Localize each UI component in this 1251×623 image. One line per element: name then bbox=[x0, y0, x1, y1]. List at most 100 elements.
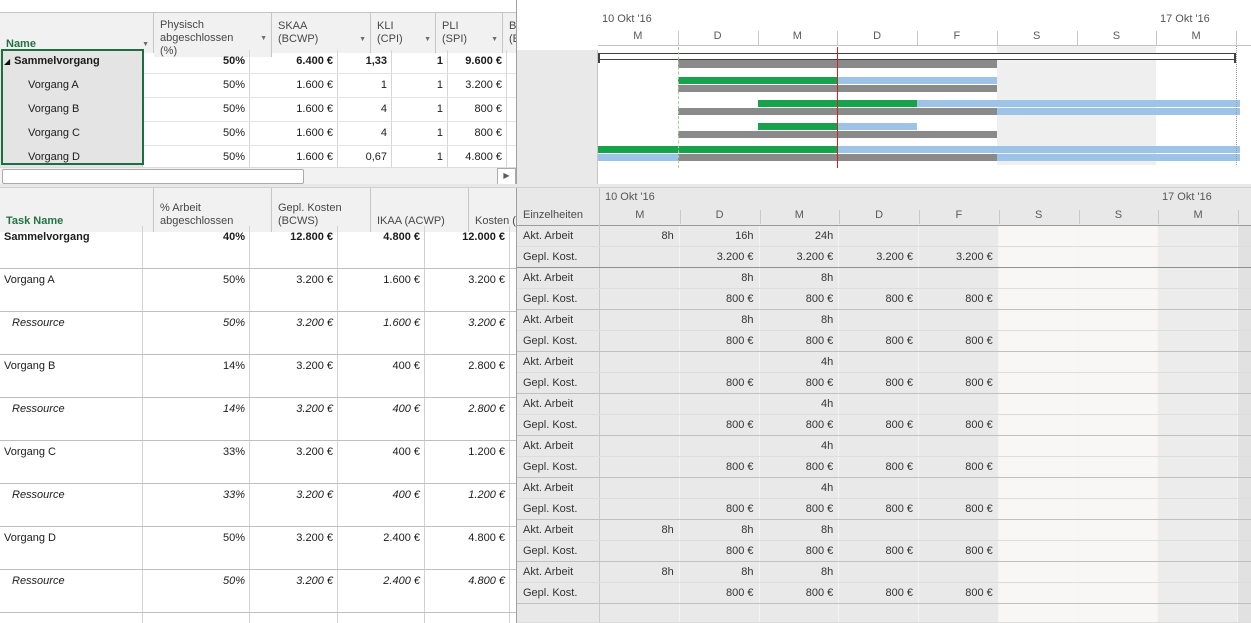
usage-value-cell[interactable]: 800 € bbox=[680, 373, 760, 393]
usage-value-cell[interactable]: 800 € bbox=[839, 583, 919, 603]
usage-value-cell[interactable] bbox=[1158, 457, 1238, 477]
value-cell[interactable]: 50% bbox=[143, 98, 250, 121]
value-cell[interactable]: 3.200 € bbox=[250, 527, 338, 569]
usage-value-cell[interactable] bbox=[839, 604, 919, 622]
usage-value-cell[interactable] bbox=[600, 352, 680, 372]
value-cell[interactable]: 50% bbox=[143, 527, 250, 569]
usage-value-cell[interactable] bbox=[1158, 478, 1238, 498]
usage-value-cell[interactable] bbox=[1158, 415, 1238, 435]
usage-value-cell[interactable]: 800 € bbox=[919, 499, 999, 519]
usage-value-cell[interactable]: 800 € bbox=[680, 289, 760, 309]
column-header-kli[interactable]: KLI(CPI)▼ bbox=[371, 13, 436, 53]
usage-value-cell[interactable]: 8h bbox=[600, 562, 680, 582]
empty-cell[interactable] bbox=[425, 613, 510, 623]
usage-value-cell[interactable] bbox=[919, 352, 999, 372]
expand-collapse-icon[interactable]: ◢ bbox=[0, 57, 10, 66]
value-cell[interactable]: 1.200 € bbox=[425, 441, 510, 483]
column-header-skaa[interactable]: SKAA(BCWP)▼ bbox=[272, 13, 371, 53]
usage-value-cell[interactable] bbox=[1079, 310, 1159, 330]
value-cell[interactable]: 1.600 € bbox=[250, 122, 338, 145]
usage-value-cell[interactable]: 800 € bbox=[760, 499, 840, 519]
value-cell[interactable]: 3.200 € bbox=[250, 484, 338, 526]
usage-value-cell[interactable] bbox=[1158, 289, 1238, 309]
usage-value-cell[interactable] bbox=[839, 520, 919, 540]
usage-value-cell[interactable]: 8h bbox=[680, 562, 760, 582]
usage-value-cell[interactable]: 8h bbox=[680, 310, 760, 330]
usage-value-cell[interactable] bbox=[600, 394, 680, 414]
usage-value-cell[interactable] bbox=[999, 436, 1079, 456]
usage-value-cell[interactable] bbox=[600, 541, 680, 561]
usage-value-cell[interactable]: 8h bbox=[760, 268, 840, 288]
task-name-cell[interactable]: Ressource bbox=[0, 484, 143, 526]
usage-value-cell[interactable]: 800 € bbox=[919, 331, 999, 351]
usage-value-cell[interactable] bbox=[680, 394, 760, 414]
usage-value-cell[interactable] bbox=[919, 268, 999, 288]
usage-value-cell[interactable]: 3.200 € bbox=[839, 247, 919, 267]
usage-value-cell[interactable] bbox=[600, 247, 680, 267]
value-cell[interactable]: 400 € bbox=[338, 484, 425, 526]
task-name-cell[interactable]: Sammelvorgang bbox=[0, 226, 143, 268]
usage-value-cell[interactable] bbox=[919, 478, 999, 498]
task-bar-blue[interactable] bbox=[837, 146, 1240, 153]
task-name-cell[interactable]: Ressource bbox=[0, 570, 143, 612]
value-cell[interactable]: 50% bbox=[143, 50, 250, 73]
value-cell[interactable]: 50% bbox=[143, 74, 250, 97]
usage-value-cell[interactable] bbox=[1158, 373, 1238, 393]
usage-value-cell[interactable] bbox=[839, 268, 919, 288]
value-cell[interactable]: 1.600 € bbox=[338, 269, 425, 311]
empty-cell[interactable] bbox=[143, 613, 250, 623]
task-name-cell[interactable]: Vorgang B bbox=[0, 98, 143, 121]
usage-value-cell[interactable]: 800 € bbox=[839, 457, 919, 477]
value-cell[interactable]: 50% bbox=[143, 570, 250, 612]
usage-value-cell[interactable] bbox=[1079, 499, 1159, 519]
usage-value-cell[interactable] bbox=[999, 415, 1079, 435]
value-cell[interactable]: 3.200 € bbox=[250, 441, 338, 483]
value-cell[interactable]: 4.800 € bbox=[338, 226, 425, 268]
usage-value-cell[interactable]: 800 € bbox=[919, 541, 999, 561]
usage-value-cell[interactable] bbox=[1079, 331, 1159, 351]
usage-value-cell[interactable]: 800 € bbox=[839, 373, 919, 393]
usage-value-cell[interactable] bbox=[1158, 583, 1238, 603]
value-cell[interactable]: 1 bbox=[392, 98, 448, 121]
task-bar-green[interactable] bbox=[758, 123, 838, 130]
filter-dropdown-icon[interactable]: ▼ bbox=[257, 32, 267, 45]
value-cell[interactable]: 4 bbox=[338, 122, 392, 145]
usage-value-cell[interactable] bbox=[919, 604, 999, 622]
empty-cell[interactable] bbox=[0, 613, 143, 623]
usage-value-cell[interactable] bbox=[680, 436, 760, 456]
usage-value-cell[interactable] bbox=[1158, 499, 1238, 519]
usage-value-cell[interactable] bbox=[680, 478, 760, 498]
usage-value-cell[interactable]: 4h bbox=[760, 478, 840, 498]
column-header-pli[interactable]: PLI(SPI)▼ bbox=[436, 13, 503, 53]
usage-value-cell[interactable] bbox=[1158, 520, 1238, 540]
usage-value-cell[interactable] bbox=[1079, 226, 1159, 246]
usage-value-cell[interactable] bbox=[1079, 247, 1159, 267]
filter-dropdown-icon[interactable]: ▼ bbox=[421, 33, 431, 46]
value-cell[interactable]: 40% bbox=[143, 226, 250, 268]
value-cell[interactable]: 1.600 € bbox=[250, 146, 338, 169]
usage-value-cell[interactable]: 8h bbox=[600, 520, 680, 540]
usage-value-cell[interactable]: 800 € bbox=[839, 499, 919, 519]
value-cell[interactable]: 3.200 € bbox=[250, 355, 338, 397]
usage-value-cell[interactable] bbox=[680, 352, 760, 372]
task-bar-blue[interactable] bbox=[837, 123, 917, 130]
value-cell[interactable]: 3.200 € bbox=[250, 269, 338, 311]
value-cell[interactable]: 2.400 € bbox=[338, 527, 425, 569]
usage-value-cell[interactable]: 800 € bbox=[760, 289, 840, 309]
value-cell[interactable]: 400 € bbox=[338, 441, 425, 483]
task-name-cell[interactable]: Vorgang A bbox=[0, 74, 143, 97]
usage-value-cell[interactable]: 800 € bbox=[680, 415, 760, 435]
task-bar-blue[interactable] bbox=[598, 154, 678, 161]
usage-value-cell[interactable]: 800 € bbox=[919, 457, 999, 477]
usage-value-cell[interactable]: 800 € bbox=[760, 373, 840, 393]
value-cell[interactable]: 800 € bbox=[448, 122, 507, 145]
value-cell[interactable]: 4.800 € bbox=[425, 527, 510, 569]
usage-value-cell[interactable] bbox=[1079, 436, 1159, 456]
value-cell[interactable]: 1 bbox=[392, 50, 448, 73]
value-cell[interactable]: 4 bbox=[338, 98, 392, 121]
usage-value-cell[interactable] bbox=[839, 478, 919, 498]
usage-value-cell[interactable] bbox=[999, 310, 1079, 330]
usage-value-cell[interactable]: 4h bbox=[760, 352, 840, 372]
usage-value-cell[interactable] bbox=[600, 478, 680, 498]
usage-value-cell[interactable]: 8h bbox=[680, 520, 760, 540]
